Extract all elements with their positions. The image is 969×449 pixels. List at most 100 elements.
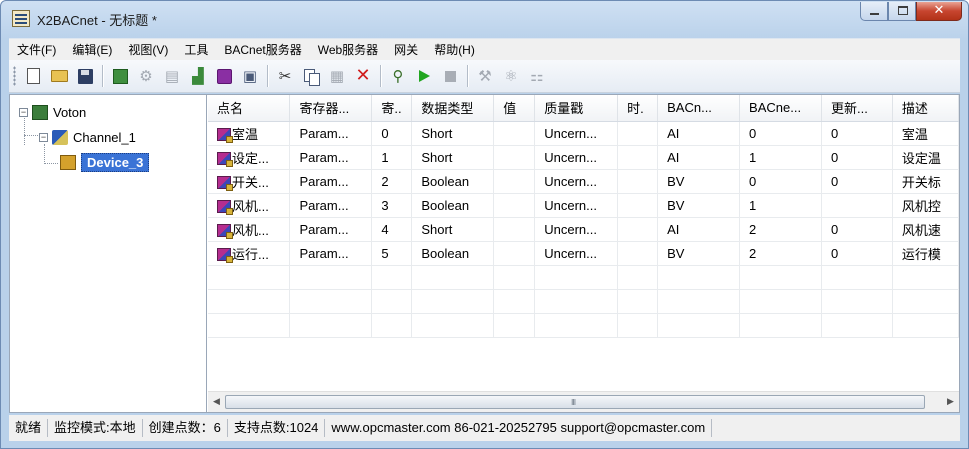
table-cell: 1	[739, 145, 822, 170]
search-button[interactable]: ⚲	[387, 65, 409, 87]
close-icon: ✕	[933, 3, 945, 18]
close-button[interactable]: ✕	[916, 2, 962, 21]
column-header[interactable]: 质量戳	[534, 95, 619, 122]
table-cell: 1	[371, 145, 413, 170]
menu-file[interactable]: 文件(F)	[9, 41, 64, 58]
save-button[interactable]	[74, 65, 96, 87]
toolbar: ⚙ ▤ ▟ ▣ ✂ ▦ ✕ ⚲ ⚒ ⚛ ⚏	[9, 60, 960, 93]
delete-icon: ✕	[355, 65, 371, 86]
toolbar-separator	[102, 65, 103, 87]
column-header[interactable]: 寄..	[371, 95, 413, 122]
cut-button[interactable]: ✂	[274, 65, 296, 87]
scroll-thumb[interactable]: III	[225, 395, 925, 409]
collapse-icon[interactable]: −	[19, 107, 28, 117]
tree-node-root[interactable]: − Voton	[19, 102, 86, 122]
menu-tools[interactable]: 工具	[176, 41, 216, 58]
table-cell: Uncern...	[534, 193, 619, 218]
table-row[interactable]: 室温 Param... 0 Short Uncern... AI 0 0 室温	[208, 121, 959, 146]
device-tree[interactable]: − Voton − Channel_1 Device_3	[10, 95, 207, 412]
point-icon	[217, 127, 233, 143]
save-icon	[77, 68, 93, 84]
menu-help[interactable]: 帮助(H)	[426, 41, 483, 58]
column-header[interactable]: 值	[493, 95, 536, 122]
table-cell: Uncern...	[534, 217, 619, 242]
menu-gateway[interactable]: 网关	[386, 41, 426, 58]
column-header[interactable]: BACne...	[739, 95, 822, 122]
main-content: − Voton − Channel_1 Device_3 点名 寄存器... 寄…	[9, 94, 960, 413]
table-cell	[493, 217, 536, 242]
menu-view[interactable]: 视图(V)	[120, 41, 176, 58]
table-cell: Short	[411, 121, 495, 146]
copy-button[interactable]	[300, 65, 322, 87]
table-cell	[493, 169, 536, 194]
scroll-left-icon[interactable]: ◀	[208, 392, 225, 412]
column-header[interactable]: 更新...	[821, 95, 893, 122]
table-cell: 运行...	[208, 241, 291, 266]
horizontal-scrollbar[interactable]: ◀ III ▶	[208, 391, 959, 412]
delete-button[interactable]: ✕	[352, 65, 374, 87]
table-cell: Param...	[289, 121, 373, 146]
new-file-button[interactable]	[22, 65, 44, 87]
stop-button[interactable]	[439, 65, 461, 87]
minimize-button[interactable]	[860, 2, 888, 21]
properties-button[interactable]: ▣	[239, 65, 261, 87]
mapping-button[interactable]: ⚛	[500, 65, 522, 87]
table-cell: 2	[739, 217, 822, 242]
column-header[interactable]: BACn...	[657, 95, 741, 122]
tree-node-channel[interactable]: − Channel_1	[39, 127, 136, 147]
add-channel-button[interactable]	[109, 65, 131, 87]
maximize-button[interactable]	[888, 2, 916, 21]
table-cell: Uncern...	[534, 145, 619, 170]
column-header[interactable]: 时.	[617, 95, 659, 122]
paste-button[interactable]: ▦	[326, 65, 348, 87]
menu-bacnet-server[interactable]: BACnet服务器	[216, 41, 309, 58]
collapse-icon[interactable]: −	[39, 132, 48, 142]
table-cell	[617, 145, 659, 170]
table-row[interactable]: 风机... Param... 3 Boolean Uncern... BV 1 …	[208, 193, 959, 218]
menu-edit[interactable]: 编辑(E)	[64, 41, 120, 58]
table-cell: 3	[371, 193, 413, 218]
table-row[interactable]: 设定... Param... 1 Short Uncern... AI 1 0 …	[208, 145, 959, 170]
table-cell: 设定温	[892, 145, 959, 170]
batch-icon: ⚏	[530, 66, 544, 85]
table-row[interactable]: 风机... Param... 4 Short Uncern... AI 2 0 …	[208, 217, 959, 242]
toolbar-separator	[380, 65, 381, 87]
point-icon	[217, 247, 233, 263]
add-purple-button[interactable]	[213, 65, 235, 87]
table-row[interactable]: 开关... Param... 2 Boolean Uncern... BV 0 …	[208, 169, 959, 194]
column-header[interactable]: 点名	[208, 95, 291, 122]
status-supported-points: 支持点数:1024	[228, 419, 326, 437]
add-device-button[interactable]: ⚙	[135, 65, 157, 87]
table-cell: 0	[821, 169, 893, 194]
column-header[interactable]: 寄存器...	[289, 95, 373, 122]
table-cell: 4	[371, 217, 413, 242]
import-button[interactable]: ▟	[187, 65, 209, 87]
run-button[interactable]	[413, 65, 435, 87]
open-folder-icon	[50, 70, 68, 82]
window-title: X2BACnet - 无标题 *	[37, 13, 157, 28]
point-name: 风机...	[232, 198, 269, 214]
column-header[interactable]: 描述	[892, 95, 959, 122]
table-cell: 风机速	[892, 217, 959, 242]
menu-web-server[interactable]: Web服务器	[310, 41, 386, 58]
minimize-icon	[870, 13, 879, 15]
table-cell: Uncern...	[534, 241, 619, 266]
toolbar-grip[interactable]	[13, 66, 16, 86]
batch-button[interactable]: ⚏	[526, 65, 548, 87]
table-cell: 0	[821, 145, 893, 170]
tree-node-device[interactable]: Device_3	[60, 152, 150, 172]
points-table[interactable]: 点名 寄存器... 寄.. 数据类型 值 质量戳 时. BACn... BACn…	[208, 95, 959, 391]
table-cell: BV	[657, 169, 741, 194]
app-icon[interactable]	[12, 10, 30, 27]
point-icon	[217, 223, 233, 239]
table-cell: Boolean	[411, 193, 495, 218]
title-bar[interactable]: X2BACnet - 无标题 * ✕	[1, 1, 968, 37]
add-point-button[interactable]: ▤	[161, 65, 183, 87]
point-icon	[217, 151, 233, 167]
scroll-right-icon[interactable]: ▶	[942, 392, 959, 412]
table-row[interactable]: 运行... Param... 5 Boolean Uncern... BV 2 …	[208, 241, 959, 266]
tool-button[interactable]: ⚒	[474, 65, 496, 87]
table-cell: 运行模	[892, 241, 959, 266]
column-header[interactable]: 数据类型	[411, 95, 495, 122]
open-button[interactable]	[48, 65, 70, 87]
